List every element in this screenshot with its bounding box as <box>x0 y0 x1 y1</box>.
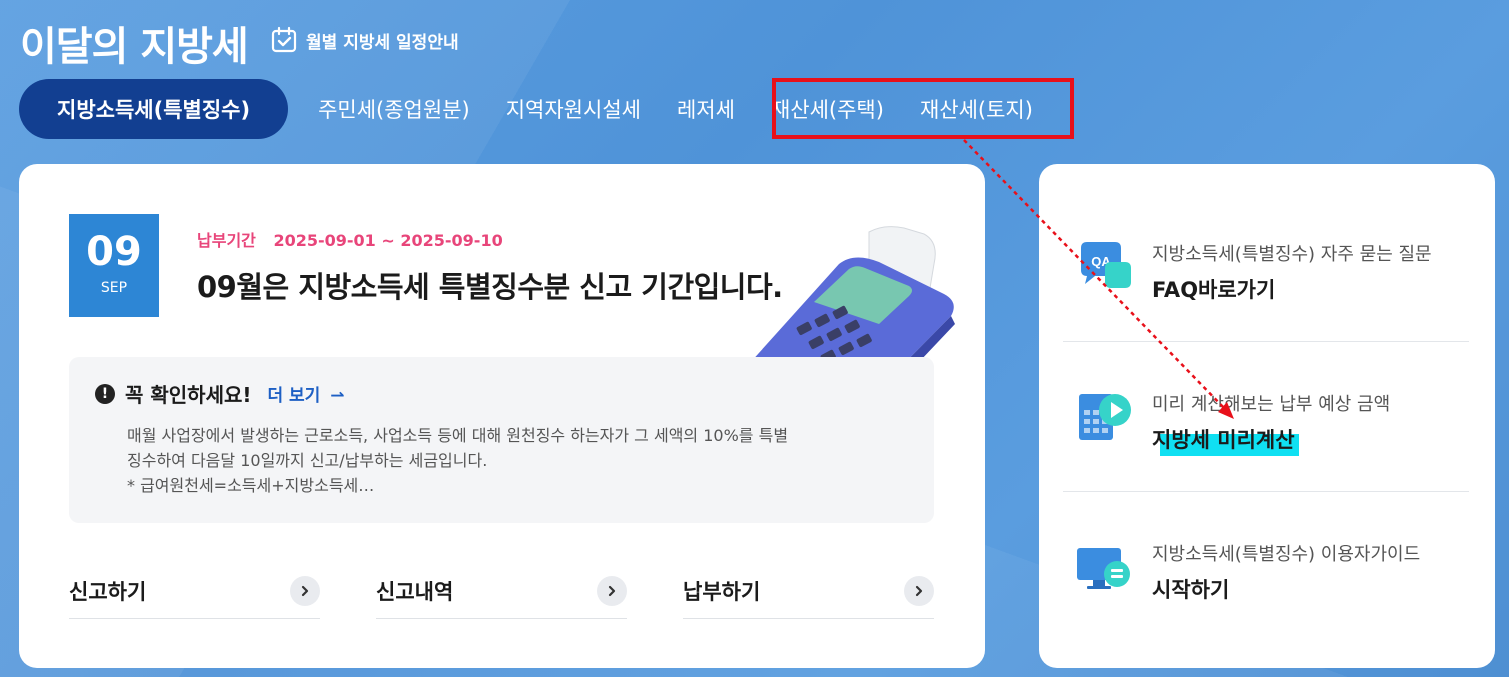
period-value: 2025-09-01 ~ 2025-09-10 <box>273 231 503 250</box>
monthly-schedule-label: 월별 지방세 일정안내 <box>306 32 459 53</box>
monthly-schedule-link[interactable]: 월별 지방세 일정안내 <box>270 26 459 54</box>
more-link[interactable]: 더 보기 ⇀ <box>267 381 344 406</box>
quick-links-card: QA 지방소득세(특별징수) 자주 묻는 질문 FAQ바로가기 미리 계산해보는… <box>1039 164 1495 668</box>
notice-body: 매월 사업장에서 발생하는 근로소득, 사업소득 등에 대해 원천징수 하는자가… <box>127 423 887 498</box>
date-day: 09 <box>86 229 142 275</box>
report-label: 신고하기 <box>69 580 147 604</box>
notice-line: 징수하여 다음달 10일까지 신고/납부하는 세금입니다. <box>127 451 488 470</box>
tab-local-income-tax-special[interactable]: 지방소득세(특별징수) <box>19 79 289 139</box>
tab-property-tax-land[interactable]: 재산세(토지) <box>902 79 1051 139</box>
tax-tabs: 지방소득세(특별징수) 주민세(종업원분) 지역자원시설세 레저세 재산세(주택… <box>19 79 1051 139</box>
action-links: 신고하기 신고내역 납부하기 <box>69 564 934 619</box>
chevron-right-icon <box>597 576 627 606</box>
date-badge: 09 SEP <box>69 214 159 317</box>
page-title: 이달의 지방세 <box>20 24 249 70</box>
notice-header: ! 꼭 확인하세요! 더 보기 ⇀ <box>95 379 345 408</box>
notice-line: * 급여원천세=소득세+지방소득세… <box>127 476 375 495</box>
report-history-button[interactable]: 신고내역 <box>376 564 627 619</box>
chevron-right-icon <box>290 576 320 606</box>
tax-precalc-link[interactable]: 미리 계산해보는 납부 예상 금액 지방세 미리계산 <box>1063 342 1469 492</box>
exclamation-icon: ! <box>95 383 115 404</box>
guide-title: 시작하기 <box>1152 578 1230 602</box>
monthly-tax-card: 09 SEP 납부기간 2025-09-01 ~ 2025-09-10 09월은… <box>19 164 985 668</box>
notice-title: 꼭 확인하세요! <box>125 383 252 407</box>
tab-regional-resource-tax[interactable]: 지역자원시설세 <box>488 79 659 139</box>
precalc-title: 지방세 미리계산 <box>1152 428 1295 452</box>
calendar-check-icon <box>271 26 297 53</box>
headline: 09월은 지방소득세 특별징수분 신고 기간입니다. <box>197 270 783 304</box>
payment-label: 납부하기 <box>683 580 761 604</box>
more-link-label: 더 보기 <box>267 386 321 406</box>
report-button[interactable]: 신고하기 <box>69 564 320 619</box>
arrow-right-icon: ⇀ <box>330 386 345 406</box>
chevron-right-icon <box>904 576 934 606</box>
faq-subtitle: 지방소득세(특별징수) 자주 묻는 질문 <box>1152 244 1432 265</box>
monitor-guide-icon <box>1077 548 1130 589</box>
period-label: 납부기간 <box>197 231 256 250</box>
faq-link[interactable]: QA 지방소득세(특별징수) 자주 묻는 질문 FAQ바로가기 <box>1063 192 1469 342</box>
notice-line: 매월 사업장에서 발생하는 근로소득, 사업소득 등에 대해 원천징수 하는자가… <box>127 426 789 445</box>
precalc-subtitle: 미리 계산해보는 납부 예상 금액 <box>1152 394 1391 415</box>
tab-property-tax-housing[interactable]: 재산세(주택) <box>753 79 902 139</box>
faq-title: FAQ바로가기 <box>1152 278 1276 302</box>
qa-icon: QA <box>1081 241 1131 288</box>
report-history-label: 신고내역 <box>376 580 454 604</box>
notice-box: ! 꼭 확인하세요! 더 보기 ⇀ 매월 사업장에서 발생하는 근로소득, 사업… <box>69 357 934 523</box>
tab-leisure-tax[interactable]: 레저세 <box>659 79 753 139</box>
calculator-icon <box>1079 393 1131 440</box>
payment-button[interactable]: 납부하기 <box>683 564 934 619</box>
date-month: SEP <box>100 280 128 296</box>
payment-period: 납부기간 2025-09-01 ~ 2025-09-10 <box>197 227 503 251</box>
guide-subtitle: 지방소득세(특별징수) 이용자가이드 <box>1152 544 1421 565</box>
user-guide-link[interactable]: 지방소득세(특별징수) 이용자가이드 시작하기 <box>1063 492 1469 642</box>
tab-resident-tax-employee[interactable]: 주민세(종업원분) <box>300 79 488 139</box>
